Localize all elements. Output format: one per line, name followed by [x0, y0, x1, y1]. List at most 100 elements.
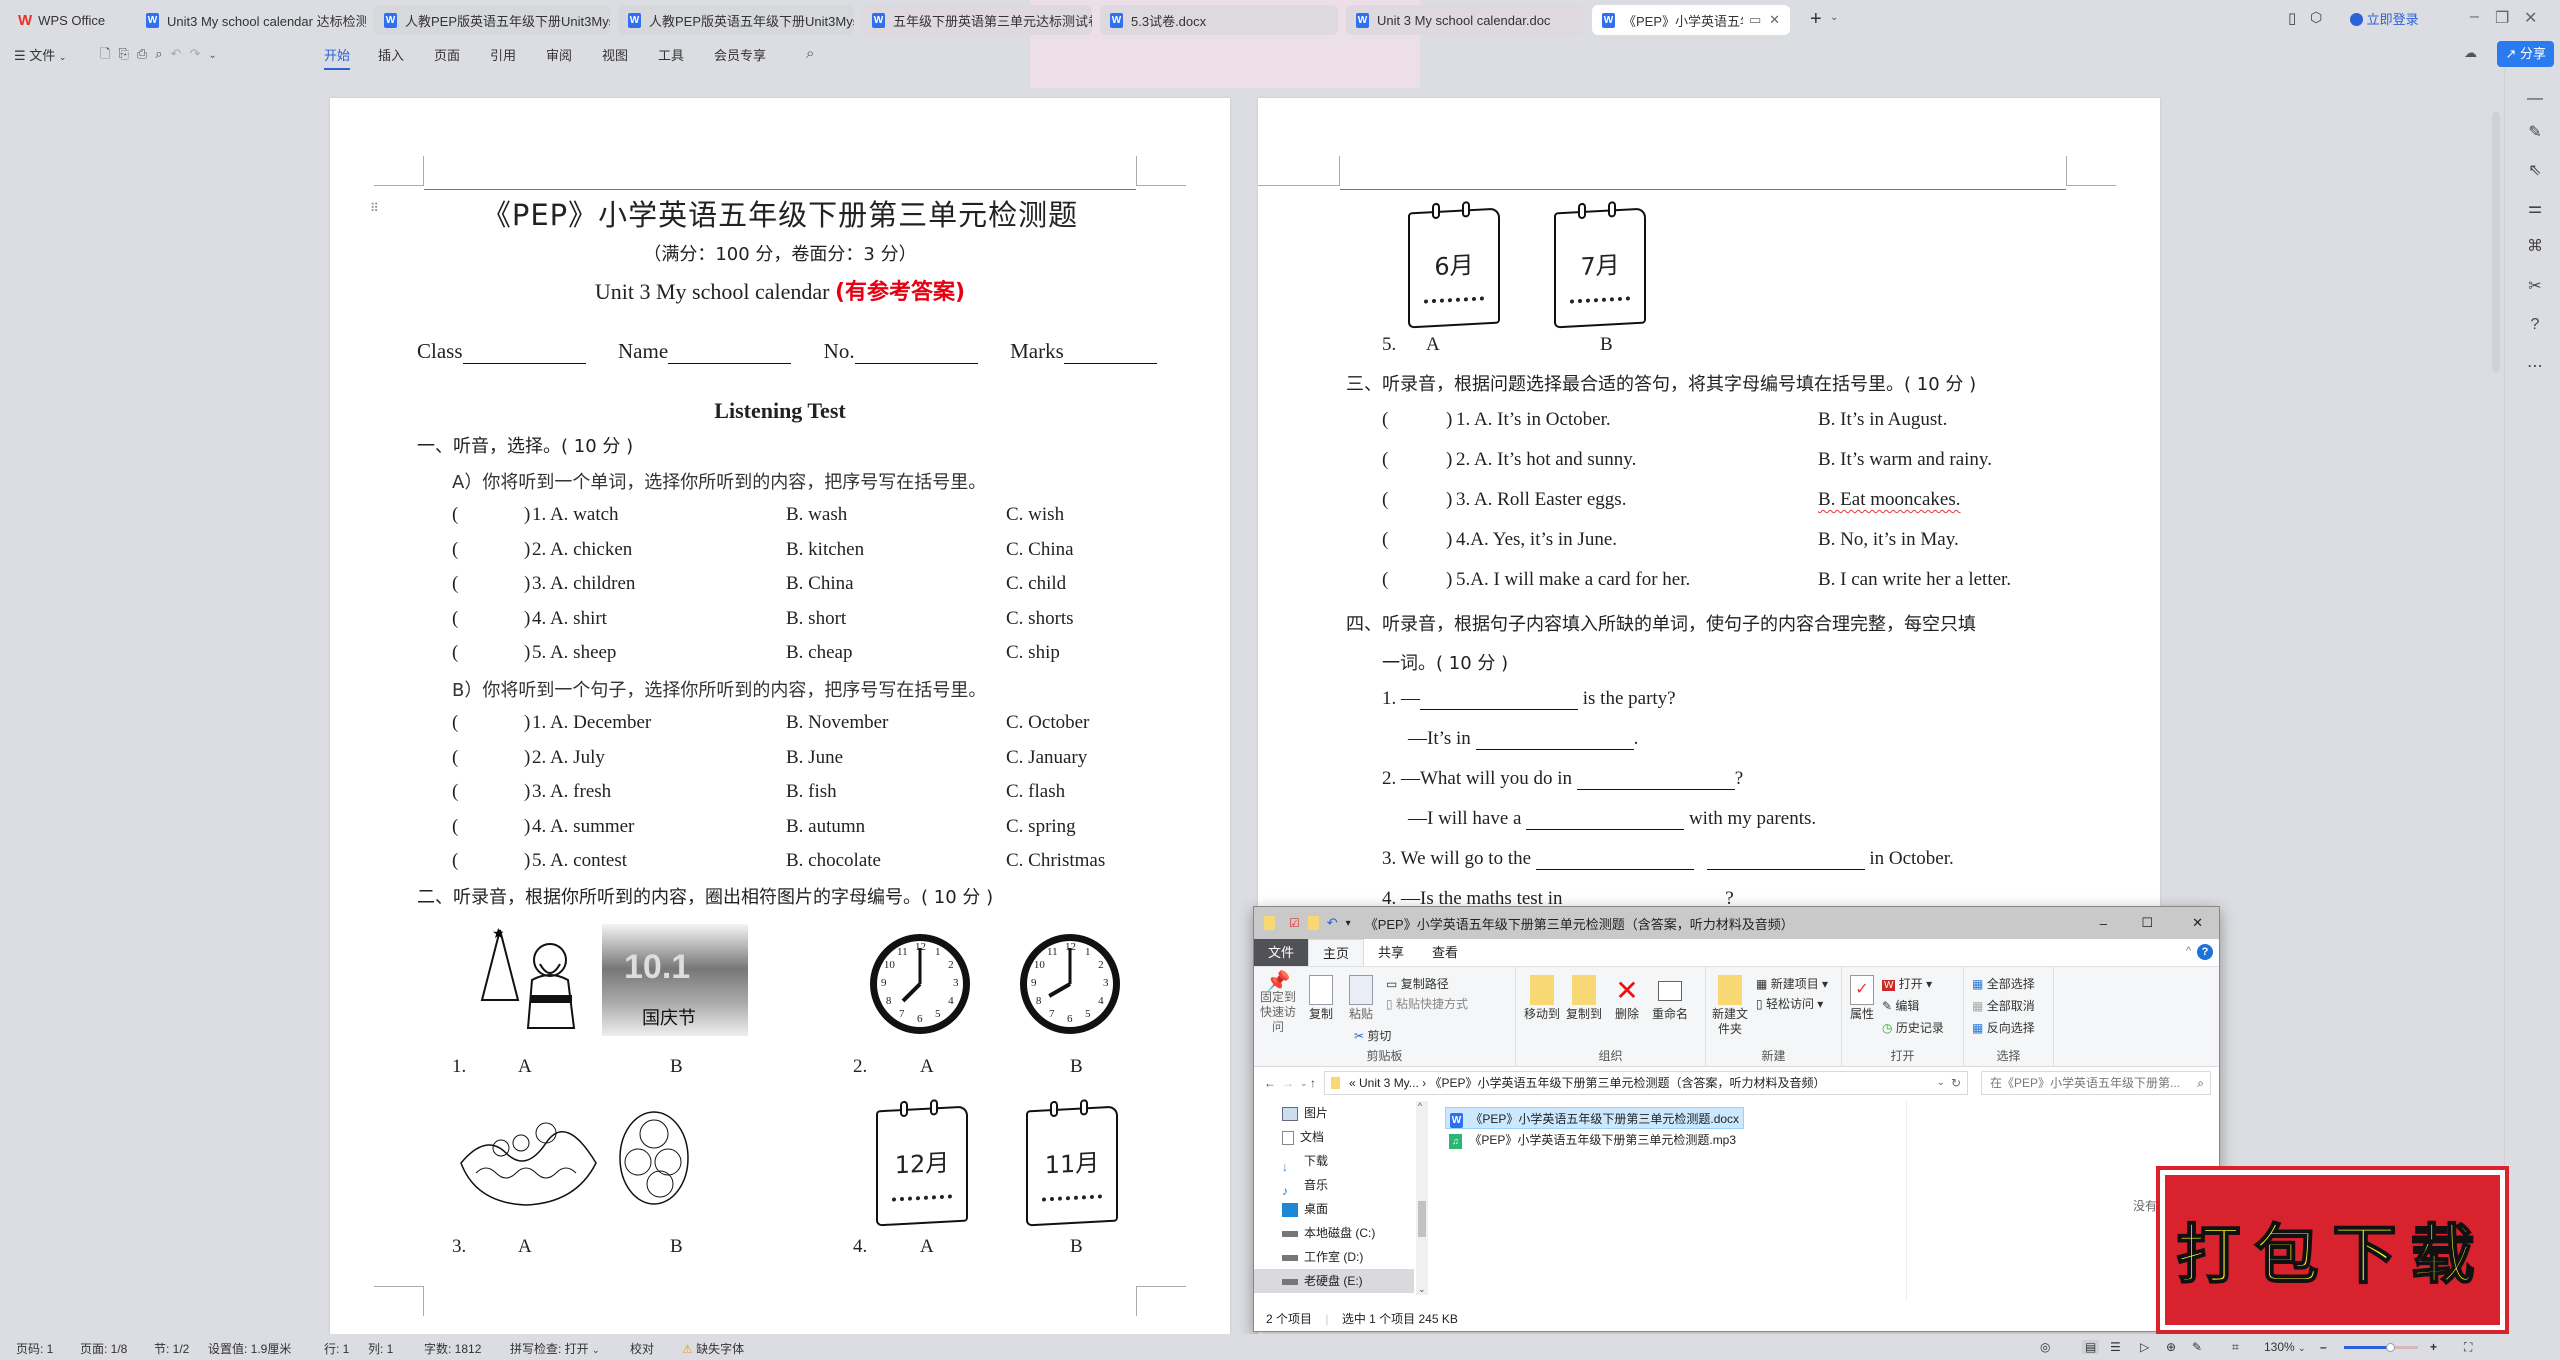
document-tab[interactable]: W Unit 3 My school calendar.doc: [1346, 5, 1584, 35]
cloud-icon[interactable]: ☁: [2464, 45, 2477, 61]
ribbon-tab-home[interactable]: 主页: [1308, 939, 1365, 966]
history-button[interactable]: ◷ 历史记录: [1882, 1019, 1944, 1036]
menu-tab-review[interactable]: 审阅: [546, 45, 572, 64]
edit-button[interactable]: ✎ 编辑: [1882, 997, 1919, 1014]
scroll-down-icon[interactable]: ⌄: [1418, 1284, 1426, 1295]
zoom-slider-thumb[interactable]: [2385, 1343, 2395, 1352]
section-info[interactable]: 节: 1/2: [154, 1340, 189, 1357]
copy-button[interactable]: 复制: [1306, 975, 1336, 1022]
gallery-icon[interactable]: ⌘: [2524, 236, 2546, 258]
menu-tab-references[interactable]: 引用: [490, 45, 516, 64]
undo-icon[interactable]: ↶: [171, 46, 190, 61]
answer-bracket[interactable]: (: [1382, 409, 1388, 431]
answer-bracket[interactable]: (: [452, 504, 458, 526]
properties-button[interactable]: ✓ 属性: [1848, 975, 1876, 1022]
forward-icon[interactable]: →: [1282, 1076, 1294, 1090]
outline-view-icon[interactable]: ☰: [2110, 1340, 2121, 1354]
new-tab-button[interactable]: +: [1810, 8, 1822, 31]
vertical-scrollbar[interactable]: [2492, 112, 2500, 372]
zoom-level[interactable]: 130% ⌄: [2264, 1340, 2306, 1354]
menu-tab-insert[interactable]: 插入: [378, 45, 404, 64]
nav-item-downloads[interactable]: ↓ 下载: [1282, 1149, 1328, 1174]
blank-input[interactable]: [1706, 852, 1865, 870]
proofread-button[interactable]: 校对: [630, 1340, 654, 1357]
cube-icon[interactable]: ⬡: [2310, 9, 2322, 26]
redo-icon[interactable]: ↷: [189, 46, 208, 61]
share-button[interactable]: ↗ 分享: [2497, 41, 2554, 67]
properties-quick-icon[interactable]: ☑: [1289, 916, 1300, 930]
blank-input[interactable]: [1576, 772, 1735, 790]
answer-bracket[interactable]: (: [452, 573, 458, 595]
answer-bracket[interactable]: (: [452, 781, 458, 803]
name-field[interactable]: [668, 346, 792, 364]
close-window-button[interactable]: ✕: [2524, 8, 2537, 28]
zoom-in-button[interactable]: +: [2430, 1340, 2437, 1354]
menu-tab-page[interactable]: 页面: [434, 45, 460, 64]
play-icon[interactable]: ▷: [2140, 1340, 2149, 1354]
tablet-mode-icon[interactable]: ▯: [2288, 9, 2296, 27]
delete-button[interactable]: ✕ 删除: [1612, 975, 1642, 1022]
explorer-title-bar[interactable]: ☑ ↶ ▾ 《PEP》小学英语五年级下册第三单元检测题（含答案，听力材料及音频）…: [1254, 907, 2219, 939]
export-icon[interactable]: ⎘: [118, 46, 136, 61]
blank-input[interactable]: [1420, 692, 1578, 710]
row-info[interactable]: 行: 1: [324, 1340, 349, 1357]
customize-chevron-icon[interactable]: ▾: [1346, 918, 1351, 929]
scroll-up-icon[interactable]: ^: [1418, 1101, 1422, 1111]
cut-button[interactable]: ✂ 剪切: [1354, 1027, 1391, 1044]
answer-bracket[interactable]: (: [452, 712, 458, 734]
menu-tab-view[interactable]: 视图: [602, 45, 628, 64]
pin-quick-access-button[interactable]: 📌 固定到快速访问: [1258, 972, 1298, 1035]
wps-home-tab[interactable]: W WPS Office: [8, 5, 128, 35]
q1-option-a[interactable]: A: [518, 1056, 532, 1078]
page-view-icon[interactable]: ▤: [2082, 1340, 2100, 1354]
search-icon[interactable]: ⌕: [806, 45, 814, 62]
fullscreen-icon[interactable]: ⛶: [2464, 1340, 2472, 1355]
q2-option-a[interactable]: A: [920, 1056, 934, 1078]
q1-option-b[interactable]: B: [670, 1056, 683, 1078]
answer-bracket[interactable]: (: [452, 608, 458, 630]
rename-button[interactable]: 重命名: [1650, 975, 1690, 1022]
select-all-button[interactable]: ▦ 全部选择: [1972, 975, 2035, 992]
more-icon[interactable]: ⋯: [2524, 356, 2546, 378]
file-item-docx[interactable]: W 《PEP》小学英语五年级下册第三单元检测题.docx: [1445, 1107, 1745, 1129]
active-document-tab[interactable]: W 《PEP》小学英语五年级下册第 ▭ ✕: [1592, 5, 1790, 35]
minimize-button[interactable]: –: [2470, 8, 2479, 26]
undo-icon[interactable]: ↶: [1327, 915, 1338, 931]
move-to-button[interactable]: 移动到: [1522, 975, 1562, 1022]
document-tab[interactable]: W 5.3试卷.docx: [1100, 5, 1338, 35]
open-button[interactable]: W 打开 ▾: [1882, 975, 1932, 992]
easy-access-button[interactable]: ▯ 轻松访问 ▾: [1756, 995, 1823, 1012]
new-folder-quick-icon[interactable]: [1307, 916, 1319, 930]
tab-list-chevron-icon[interactable]: ⌄: [1830, 12, 1838, 23]
ribbon-tab-share[interactable]: 共享: [1364, 939, 1418, 966]
scroll-thumb[interactable]: [1418, 1201, 1426, 1237]
q4-option-b[interactable]: B: [1070, 1236, 1083, 1258]
eye-protection-icon[interactable]: ◎: [2040, 1340, 2050, 1354]
package-download-stamp[interactable]: 打包下载: [2156, 1166, 2509, 1334]
paste-shortcut-button[interactable]: ▯ 粘贴快捷方式: [1386, 995, 1468, 1012]
zoom-out-button[interactable]: –: [2320, 1340, 2327, 1354]
q5-option-b[interactable]: B: [1600, 334, 1613, 356]
web-view-icon[interactable]: ⊕: [2166, 1340, 2176, 1354]
answer-bracket[interactable]: (: [452, 747, 458, 769]
nav-item-pictures[interactable]: 图片: [1282, 1101, 1328, 1125]
close-tab-icon[interactable]: ✕: [1769, 12, 1780, 28]
q4-option-a[interactable]: A: [920, 1236, 934, 1258]
page-count[interactable]: 页面: 1/8: [80, 1340, 127, 1357]
answer-bracket[interactable]: (: [452, 816, 458, 838]
back-icon[interactable]: ←: [1264, 1076, 1276, 1090]
select-none-button[interactable]: ▦ 全部取消: [1972, 997, 2035, 1014]
save-icon[interactable]: 🗋: [100, 46, 118, 61]
pen-icon[interactable]: ✎: [2524, 122, 2546, 144]
nav-item-music[interactable]: ♪ 音乐: [1282, 1173, 1328, 1198]
print-preview-icon[interactable]: ⌕: [155, 46, 170, 61]
answer-bracket[interactable]: (: [1382, 569, 1388, 591]
adjust-sliders-icon[interactable]: ⚌: [2524, 198, 2546, 220]
document-tab[interactable]: W 五年级下册英语第三单元达标测试卷: [862, 5, 1092, 35]
ribbon-tab-file[interactable]: 文件: [1254, 939, 1309, 966]
login-button[interactable]: 立即登录: [2350, 9, 2419, 28]
new-item-button[interactable]: ▦ 新建项目 ▾: [1756, 975, 1828, 992]
help-icon[interactable]: ?: [2197, 944, 2213, 960]
nav-item-drive-d[interactable]: 工作室 (D:): [1282, 1245, 1363, 1269]
file-explorer-window[interactable]: ☑ ↶ ▾ 《PEP》小学英语五年级下册第三单元检测题（含答案，听力材料及音频）…: [1253, 906, 2220, 1332]
